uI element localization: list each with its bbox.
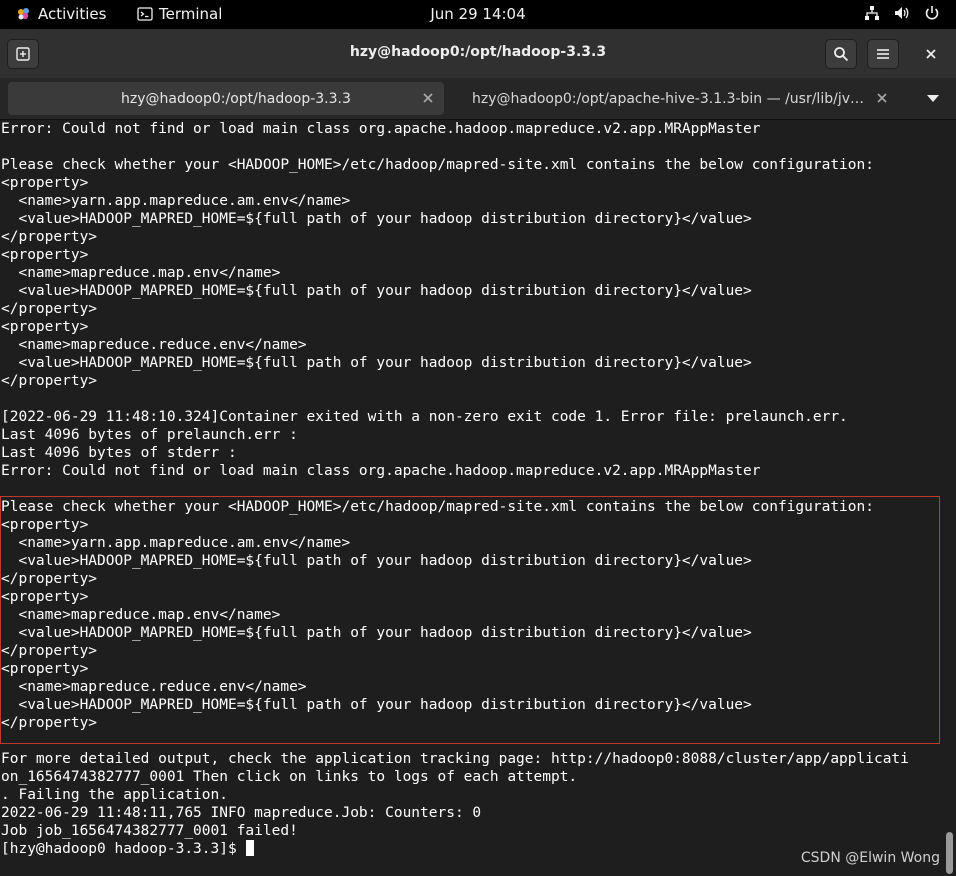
terminal-line: <name>mapreduce.reduce.env</name> (1, 337, 307, 353)
tab-close-button[interactable] (420, 90, 436, 106)
terminal-line: <value>HADOOP_MAPRED_HOME=${full path of… (1, 697, 752, 713)
terminal-line: <property> (1, 175, 89, 191)
terminal-line: <value>HADOOP_MAPRED_HOME=${full path of… (1, 211, 752, 227)
system-tray[interactable] (864, 5, 940, 21)
new-tab-icon (16, 47, 30, 61)
terminal-line: Last 4096 bytes of prelaunch.err : (1, 427, 298, 443)
clock[interactable]: Jun 29 14:04 (430, 5, 525, 23)
network-icon (865, 6, 879, 20)
activities-icon (18, 8, 29, 20)
tab-label: hzy@hadoop0:/opt/apache-hive-3.1.3-bin —… (472, 90, 867, 107)
terminal-line: . Failing the application. (1, 787, 228, 803)
terminal-line: Error: Could not find or load main class… (1, 121, 761, 137)
tab-close-button[interactable] (874, 90, 890, 106)
terminal-line: <property> (1, 589, 89, 605)
close-icon (423, 93, 433, 103)
terminal-line: <name>mapreduce.map.env</name> (1, 607, 281, 623)
terminal-line: </property> (1, 229, 98, 245)
terminal-window: hzy@hadoop0:/opt/hadoop-3.3.3 hzy@hadoop… (0, 29, 956, 876)
terminal-line: </property> (1, 643, 98, 659)
close-icon (926, 49, 936, 59)
watermark: CSDN @Elwin Wong (800, 850, 940, 866)
activities-label: Activities (38, 5, 107, 23)
terminal-line: <name>mapreduce.reduce.env</name> (1, 679, 307, 695)
power-icon (925, 6, 939, 20)
terminal-line: Last 4096 bytes of stderr : (1, 445, 237, 461)
terminal-line: <property> (1, 661, 89, 677)
text-cursor (246, 840, 255, 856)
terminal-line: <property> (1, 319, 89, 335)
scrollbar-thumb[interactable] (946, 832, 953, 874)
hamburger-menu-button[interactable] (867, 39, 899, 69)
terminal-line: <name>yarn.app.mapreduce.am.env</name> (1, 193, 351, 209)
app-menu[interactable]: Terminal (137, 5, 222, 23)
terminal-line: Please check whether your <HADOOP_HOME>/… (1, 499, 874, 515)
terminal-line: <value>HADOOP_MAPRED_HOME=${full path of… (1, 553, 752, 569)
terminal-line: <name>mapreduce.map.env</name> (1, 265, 281, 281)
search-icon (834, 47, 849, 62)
terminal-text[interactable]: Error: Could not find or load main class… (1, 120, 941, 858)
close-icon (877, 93, 887, 103)
search-button[interactable] (825, 39, 857, 69)
terminal-line: <property> (1, 247, 89, 263)
window-close-button[interactable] (915, 39, 947, 69)
activities-button[interactable]: Activities (16, 5, 106, 23)
tab-label: hzy@hadoop0:/opt/hadoop-3.3.3 (121, 90, 351, 107)
terminal-line: For more detailed output, check the appl… (1, 751, 909, 767)
tab-list-button[interactable] (922, 91, 944, 107)
terminal-line: </property> (1, 373, 98, 389)
terminal-line: Please check whether your <HADOOP_HOME>/… (1, 157, 874, 173)
terminal-line: <name>yarn.app.mapreduce.am.env</name> (1, 535, 351, 551)
window-title: hzy@hadoop0:/opt/hadoop-3.3.3 (349, 44, 607, 60)
terminal-line: </property> (1, 715, 98, 731)
tab-hive[interactable]: hzy@hadoop0:/opt/apache-hive-3.1.3-bin —… (458, 82, 898, 115)
terminal-line: [2022-06-29 11:48:10.324]Container exite… (1, 409, 848, 425)
app-menu-label: Terminal (159, 5, 223, 23)
terminal-line: Job job_1656474382777_0001 failed! (1, 823, 298, 839)
terminal-line: <value>HADOOP_MAPRED_HOME=${full path of… (1, 355, 752, 371)
volume-icon (895, 7, 909, 19)
terminal-line: </property> (1, 571, 98, 587)
shell-prompt: [hzy@hadoop0 hadoop-3.3.3]$ (1, 841, 246, 857)
terminal-line: </property> (1, 301, 98, 317)
tab-hadoop[interactable]: hzy@hadoop0:/opt/hadoop-3.3.3 (8, 82, 444, 115)
terminal-output[interactable]: Error: Could not find or load main class… (0, 120, 956, 876)
terminal-line: Error: Could not find or load main class… (1, 463, 761, 479)
chevron-down-icon (927, 95, 939, 102)
terminal-line: <property> (1, 517, 89, 533)
gnome-top-bar: Activities Terminal Jun 29 14:04 (0, 0, 956, 29)
hamburger-icon (877, 49, 889, 59)
terminal-line: on_1656474382777_0001 Then click on link… (1, 769, 578, 785)
header-bar[interactable]: hzy@hadoop0:/opt/hadoop-3.3.3 (0, 29, 956, 79)
terminal-app-icon (137, 7, 153, 21)
terminal-line: 2022-06-29 11:48:11,765 INFO mapreduce.J… (1, 805, 482, 821)
terminal-line: <value>HADOOP_MAPRED_HOME=${full path of… (1, 625, 752, 641)
new-tab-button[interactable] (7, 39, 39, 69)
tab-bar: hzy@hadoop0:/opt/hadoop-3.3.3 hzy@hadoop… (0, 78, 956, 120)
terminal-line: <value>HADOOP_MAPRED_HOME=${full path of… (1, 283, 752, 299)
